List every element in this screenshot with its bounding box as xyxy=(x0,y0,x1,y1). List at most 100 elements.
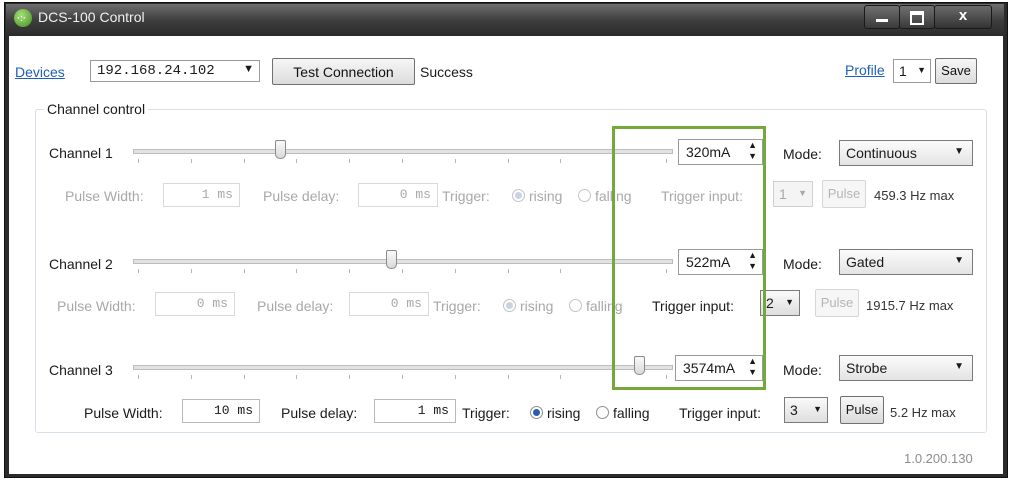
falling-radio[interactable] xyxy=(596,406,609,419)
field-value: 0 ms xyxy=(196,296,228,311)
falling-radio[interactable] xyxy=(569,299,582,312)
pulse-delay-label: Pulse delay: xyxy=(281,405,358,421)
rising-radio[interactable] xyxy=(530,406,543,419)
slider-tick xyxy=(402,375,403,379)
slider-ticks xyxy=(138,375,668,379)
slider-tick xyxy=(296,269,297,273)
chevron-down-icon: ▼ xyxy=(954,146,964,157)
connection-status: Success xyxy=(420,64,473,80)
chevron-down-icon: ▼ xyxy=(954,255,964,266)
slider-tick xyxy=(138,375,139,379)
channel-2-pulse-button[interactable]: Pulse xyxy=(815,289,859,317)
slider-tick xyxy=(191,375,192,379)
slider-tick xyxy=(508,159,509,163)
channel-1-mode-select[interactable]: Continuous ▼ xyxy=(839,140,973,166)
pulse-delay-label: Pulse delay: xyxy=(257,298,334,314)
version-label: 1.0.200.130 xyxy=(904,451,973,466)
channel-2-pulse-width-field[interactable]: 0 ms xyxy=(155,292,235,316)
slider-tick xyxy=(560,375,561,379)
slider-tick xyxy=(402,159,403,163)
slider-tick xyxy=(244,375,245,379)
slider-ticks xyxy=(138,269,668,273)
rising-radio[interactable] xyxy=(512,189,525,202)
chevron-down-icon: ▼ xyxy=(917,65,926,75)
profile-link[interactable]: Profile xyxy=(845,62,885,78)
slider-tick xyxy=(138,159,139,163)
device-select[interactable]: 192.168.24.102 ▼ xyxy=(90,60,260,82)
slider-thumb[interactable] xyxy=(386,250,397,269)
channel-3-pulse-button[interactable]: Pulse xyxy=(840,396,884,424)
minimize-icon xyxy=(876,19,888,22)
channel-3-slider[interactable] xyxy=(133,356,673,386)
slider-tick xyxy=(560,159,561,163)
slider-tick xyxy=(296,159,297,163)
channel-2-mode-select[interactable]: Gated ▼ xyxy=(839,249,973,275)
channel-2-trigger-input-select[interactable]: 2 ▼ xyxy=(760,290,800,316)
mode-value: Strobe xyxy=(846,360,888,376)
trigger-input-value: 3 xyxy=(790,402,798,418)
slider-tick xyxy=(455,375,456,379)
window-title: DCS-100 Control xyxy=(38,9,145,25)
trigger-input-value: 1 xyxy=(779,186,787,202)
slider-ticks xyxy=(138,159,668,163)
chevron-down-icon: ▼ xyxy=(243,63,254,75)
minimize-button[interactable] xyxy=(864,5,900,29)
test-connection-button[interactable]: Test Connection xyxy=(272,58,415,85)
slider-tick xyxy=(244,159,245,163)
device-ip: 192.168.24.102 xyxy=(97,63,215,79)
pulse-width-label: Pulse Width: xyxy=(65,188,144,204)
field-value: 0 ms xyxy=(390,296,422,311)
slider-track xyxy=(133,149,673,154)
channel-3-pulse-delay-field[interactable]: 1 ms xyxy=(374,399,456,423)
channel-1-slider[interactable] xyxy=(133,140,673,170)
trigger-input-label: Trigger input: xyxy=(679,405,761,421)
devices-link[interactable]: Devices xyxy=(15,64,65,80)
channel-3-max-rate: 5.2 Hz max xyxy=(890,405,956,420)
channel-1-trigger-input-select[interactable]: 1 ▼ xyxy=(773,181,813,207)
slider-tick xyxy=(560,269,561,273)
slider-tick xyxy=(349,375,350,379)
profile-select[interactable]: 1 ▼ xyxy=(893,59,931,83)
pulse-delay-label: Pulse delay: xyxy=(263,188,340,204)
mode-label: Mode: xyxy=(783,146,822,162)
profile-value: 1 xyxy=(899,63,907,79)
falling-radio[interactable] xyxy=(578,189,591,202)
channel-1-pulse-width-field[interactable]: 1 ms xyxy=(163,183,240,207)
channel-1-pulse-delay-field[interactable]: 0 ms xyxy=(358,183,438,207)
slider-tick xyxy=(191,269,192,273)
mode-label: Mode: xyxy=(783,362,822,378)
group-title: Channel control xyxy=(44,101,149,117)
maximize-button[interactable] xyxy=(899,5,935,29)
slider-track xyxy=(133,259,673,264)
channel-1-label: Channel 1 xyxy=(49,145,113,161)
save-button[interactable]: Save xyxy=(935,58,977,84)
falling-label: falling xyxy=(613,405,650,421)
channel-1-pulse-button[interactable]: Pulse xyxy=(822,180,866,208)
app-logo-icon: ·:· xyxy=(14,9,32,27)
close-button[interactable]: x xyxy=(934,5,992,29)
pulse-width-label: Pulse Width: xyxy=(57,298,136,314)
slider-tick xyxy=(508,269,509,273)
channel-1-max-rate: 459.3 Hz max xyxy=(874,188,955,203)
channel-2-pulse-delay-field[interactable]: 0 ms xyxy=(349,292,429,316)
highlight-box xyxy=(612,126,766,390)
channel-2-slider[interactable] xyxy=(133,250,673,280)
channel-3-mode-select[interactable]: Strobe ▼ xyxy=(839,355,973,381)
mode-value: Continuous xyxy=(846,145,917,161)
trigger-input-value: 2 xyxy=(766,295,774,311)
channel-3-pulse-width-field[interactable]: 10 ms xyxy=(182,399,260,423)
rising-radio[interactable] xyxy=(503,299,516,312)
slider-tick xyxy=(349,269,350,273)
trigger-label: Trigger: xyxy=(442,188,490,204)
slider-tick xyxy=(402,269,403,273)
slider-tick xyxy=(349,159,350,163)
slider-tick xyxy=(244,269,245,273)
rising-label: rising xyxy=(529,188,563,204)
slider-thumb[interactable] xyxy=(275,140,286,159)
slider-tick xyxy=(191,159,192,163)
title-bar[interactable] xyxy=(6,4,1004,34)
chevron-down-icon: ▼ xyxy=(954,361,964,372)
chevron-down-icon: ▼ xyxy=(813,404,822,414)
rising-label: rising xyxy=(520,298,554,314)
channel-3-trigger-input-select[interactable]: 3 ▼ xyxy=(784,397,828,423)
